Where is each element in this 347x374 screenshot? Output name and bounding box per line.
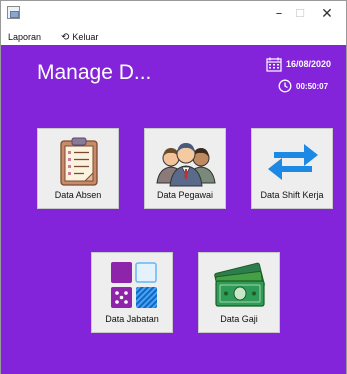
- menu-bar: Laporan ⟲ Keluar: [1, 29, 346, 45]
- swap-arrows-icon: [268, 144, 318, 180]
- employees-icon: [156, 143, 216, 187]
- app-window: – ☐ ✕ Laporan ⟲ Keluar Manage D... 16/08/…: [0, 0, 347, 374]
- data-absen-button[interactable]: Data Absen: [37, 128, 119, 209]
- title-bar: – ☐ ✕: [1, 1, 346, 29]
- shapes-icon: [111, 262, 157, 308]
- close-button[interactable]: ✕: [307, 1, 347, 29]
- main-panel: Manage D... 16/08/2020 00:50:07 Data Abs…: [1, 45, 346, 374]
- exit-icon: ⟲: [61, 32, 70, 43]
- data-shift-kerja-label: Data Shift Kerja: [260, 190, 324, 200]
- clipboard-icon: [60, 137, 98, 186]
- menu-keluar[interactable]: ⟲ Keluar: [61, 31, 98, 44]
- time-display: 00:50:07: [278, 78, 328, 94]
- app-icon: [7, 6, 20, 19]
- time-text: 00:50:07: [296, 81, 329, 91]
- data-pegawai-label: Data Pegawai: [156, 190, 214, 200]
- menu-laporan[interactable]: Laporan: [8, 31, 41, 44]
- data-absen-label: Data Absen: [54, 190, 102, 200]
- data-jabatan-label: Data Jabatan: [105, 314, 159, 324]
- data-pegawai-button[interactable]: Data Pegawai: [144, 128, 226, 209]
- calendar-icon: [266, 57, 282, 72]
- data-jabatan-button[interactable]: Data Jabatan: [91, 252, 173, 333]
- page-title: Manage D...: [37, 61, 152, 84]
- data-shift-kerja-button[interactable]: Data Shift Kerja: [251, 128, 333, 209]
- date-display: 16/08/2020: [266, 56, 331, 72]
- date-text: 16/08/2020: [286, 59, 332, 69]
- money-icon: [214, 262, 265, 307]
- data-gaji-label: Data Gaji: [220, 314, 258, 324]
- menu-keluar-label: Keluar: [72, 32, 99, 42]
- clock-icon: [278, 79, 292, 93]
- data-gaji-button[interactable]: Data Gaji: [198, 252, 280, 333]
